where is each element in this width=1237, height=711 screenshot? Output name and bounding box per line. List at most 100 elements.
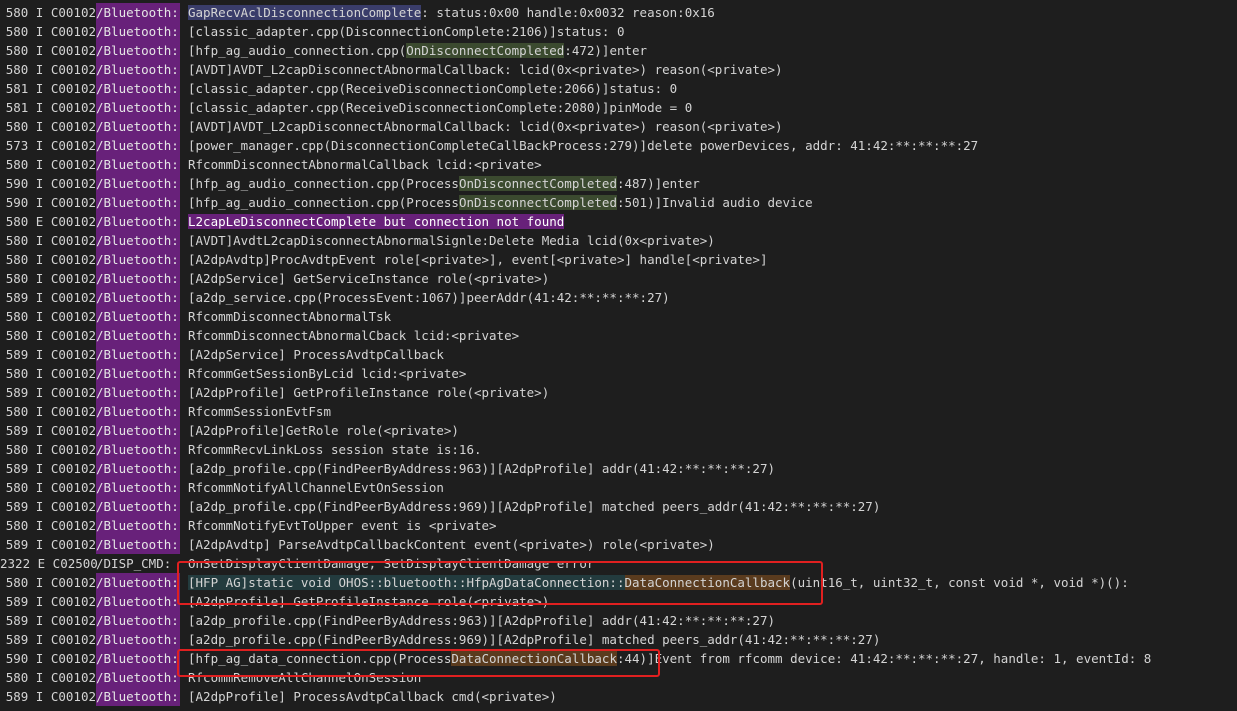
log-line-message: [A2dpProfile] ProcessAvdtpCallback cmd(<…	[188, 689, 557, 704]
message-text: [classic_adapter.cpp(ReceiveDisconnectio…	[188, 100, 693, 115]
message-text: [A2dpAvdtp]ProcAvdtpEvent role[<private>…	[188, 252, 768, 267]
log-line-tag: /Bluetooth:	[96, 250, 180, 269]
log-line-prefix: 589 I C00102	[5, 385, 96, 400]
log-line-prefix: 580 I C00102	[5, 24, 96, 39]
log-line-prefix: 573 I C00102	[5, 138, 96, 153]
log-line-prefix: 2322 E C02500	[0, 556, 98, 571]
log-line: 573 I C00102/Bluetooth: [power_manager.cp…	[0, 136, 978, 155]
log-line-message: [hfp_ag_audio_connection.cpp(OnDisconnec…	[188, 43, 647, 58]
log-line-message: [A2dpService] ProcessAvdtpCallback	[188, 347, 444, 362]
log-line-tag: /Bluetooth:	[96, 364, 180, 383]
message-text: RfcommRecvLinkLoss session state is:16.	[188, 442, 482, 457]
log-line: 581 I C00102/Bluetooth: [classic_adapter.…	[0, 79, 677, 98]
log-line-message: [classic_adapter.cpp(ReceiveDisconnectio…	[188, 100, 692, 115]
log-line-prefix: 580 I C00102	[5, 62, 96, 77]
log-line-tag: /Bluetooth:	[96, 535, 180, 554]
log-line: 589 I C00102/Bluetooth: [A2dpProfile] Get…	[0, 592, 549, 611]
log-line-prefix: 589 I C00102	[5, 537, 96, 552]
log-line-prefix: 589 I C00102	[5, 290, 96, 305]
log-line-message: RfcommDisconnectAbnormalCallback lcid:<p…	[188, 157, 542, 172]
log-line-message: [A2dpService] GetServiceInstance role(<p…	[188, 271, 549, 286]
log-line-tag: /Bluetooth:	[96, 687, 180, 706]
log-line-prefix: 589 I C00102	[5, 461, 96, 476]
log-line-message: [a2dp_profile.cpp(FindPeerByAddress:969)…	[188, 499, 880, 514]
highlighted-text: OnDisconnectCompleted	[458, 176, 617, 191]
log-line: 580 I C00102/Bluetooth: [AVDT]AvdtL2capDi…	[0, 231, 715, 250]
log-line-tag: /Bluetooth:	[96, 649, 180, 668]
message-text: [classic_adapter.cpp(DisconnectionComple…	[188, 24, 625, 39]
log-line-prefix: 589 I C00102	[5, 632, 96, 647]
message-text: [A2dpService] ProcessAvdtpCallback	[188, 347, 444, 362]
message-text: [hfp_ag_audio_connection.cpp(	[188, 43, 407, 58]
message-text: RfcommNotifyAllChannelEvtOnSession	[188, 480, 444, 495]
highlighted-text: DataConnectionCallback	[624, 575, 791, 590]
log-line-tag: /Bluetooth:	[96, 402, 180, 421]
message-text: [A2dpProfile] GetProfileInstance role(<p…	[188, 594, 550, 609]
log-line: 590 I C00102/Bluetooth: [hfp_ag_audio_con…	[0, 174, 700, 193]
log-line-message: [hfp_ag_audio_connection.cpp(ProcessOnDi…	[188, 195, 813, 210]
log-line-tag: /Bluetooth:	[96, 3, 180, 22]
log-line: 589 I C00102/Bluetooth: [A2dpAvdtp] Parse…	[0, 535, 715, 554]
log-line-tag: /Bluetooth:	[96, 60, 180, 79]
log-line: 580 I C00102/Bluetooth: RfcommNotifyAllCh…	[0, 478, 444, 497]
log-line-message: [hfp_ag_audio_connection.cpp(ProcessOnDi…	[188, 176, 700, 191]
log-viewer: 580 I C00102/Bluetooth: GapRecvAclDisconn…	[0, 0, 1237, 711]
log-line: 580 I C00102/Bluetooth: RfcommNotifyEvtTo…	[0, 516, 497, 535]
message-text: [hfp_ag_audio_connection.cpp(Process	[188, 195, 459, 210]
log-line: 580 I C00102/Bluetooth: [hfp_ag_audio_con…	[0, 41, 647, 60]
log-line-prefix: 580 I C00102	[5, 575, 96, 590]
log-line-message: [a2dp_profile.cpp(FindPeerByAddress:969)…	[188, 632, 880, 647]
log-line-tag: /Bluetooth:	[96, 193, 180, 212]
log-line: 589 I C00102/Bluetooth: [a2dp_profile.cpp…	[0, 611, 775, 630]
log-line-prefix: 580 I C00102	[5, 119, 96, 134]
log-line-prefix: 580 I C00102	[5, 233, 96, 248]
log-line: 589 I C00102/Bluetooth: [a2dp_profile.cpp…	[0, 630, 880, 649]
log-line-message: [a2dp_profile.cpp(FindPeerByAddress:963)…	[188, 461, 775, 476]
log-line-message: RfcommDisconnectAbnormalCback lcid:<priv…	[188, 328, 519, 343]
log-line-message: [AVDT]AVDT_L2capDisconnectAbnormalCallba…	[188, 62, 783, 77]
log-line-prefix: 589 I C00102	[5, 594, 96, 609]
log-line-tag: /Bluetooth:	[96, 573, 180, 592]
message-text: [A2dpProfile] GetProfileInstance role(<p…	[188, 385, 550, 400]
log-line-prefix: 580 I C00102	[5, 480, 96, 495]
log-line-prefix: 580 I C00102	[5, 309, 96, 324]
highlighted-text: OnDisconnectCompleted	[458, 195, 617, 210]
highlighted-text: L2capLeDisconnectComplete but connection…	[188, 214, 565, 229]
log-line-prefix: 589 I C00102	[5, 613, 96, 628]
log-line-tag: /Bluetooth:	[96, 592, 180, 611]
log-line: 589 I C00102/Bluetooth: [A2dpProfile] Get…	[0, 383, 549, 402]
log-line-tag: /Bluetooth:	[96, 307, 180, 326]
log-line-message: [power_manager.cpp(DisconnectionComplete…	[188, 138, 978, 153]
log-line: 589 I C00102/Bluetooth: [a2dp_service.cpp…	[0, 288, 670, 307]
log-line-prefix: 589 I C00102	[5, 423, 96, 438]
log-line-message: [AVDT]AvdtL2capDisconnectAbnormalSignle:…	[188, 233, 715, 248]
highlighted-text: GapRecvAclDisconnectionComplete	[188, 5, 422, 20]
message-text: [classic_adapter.cpp(ReceiveDisconnectio…	[188, 81, 678, 96]
log-line-tag: /Bluetooth:	[96, 668, 180, 687]
message-text: RfcommDisconnectAbnormalCallback lcid:<p…	[188, 157, 542, 172]
highlighted-text: DataConnectionCallback	[451, 651, 617, 666]
log-line-tag: /Bluetooth:	[96, 440, 180, 459]
log-line-prefix: 580 I C00102	[5, 518, 96, 533]
message-text: [A2dpProfile] ProcessAvdtpCallback cmd(<…	[188, 689, 557, 704]
log-line-tag: /DISP_CMD:	[96, 556, 172, 571]
log-line: 589 I C00102/Bluetooth: [a2dp_profile.cpp…	[0, 459, 775, 478]
log-line: 580 I C00102/Bluetooth: [classic_adapter.…	[0, 22, 625, 41]
log-line-tag: /Bluetooth:	[96, 117, 180, 136]
log-line-message: RfcommGetSessionByLcid lcid:<private>	[188, 366, 466, 381]
log-line-message: RfcommRecvLinkLoss session state is:16.	[188, 442, 482, 457]
log-line-message: [A2dpAvdtp]ProcAvdtpEvent role[<private>…	[188, 252, 767, 267]
log-line-prefix: 580 I C00102	[5, 366, 96, 381]
log-line: 580 I C00102/Bluetooth: [A2dpService] Get…	[0, 269, 549, 288]
log-line-tag: /Bluetooth:	[96, 22, 180, 41]
log-line-message: [a2dp_profile.cpp(FindPeerByAddress:963)…	[188, 613, 775, 628]
log-line-message: [A2dpProfile]GetRole role(<private>)	[188, 423, 459, 438]
message-text: [AVDT]AvdtL2capDisconnectAbnormalSignle:…	[188, 233, 715, 248]
log-line: 589 I C00102/Bluetooth: [A2dpService] Pro…	[0, 345, 444, 364]
message-text: [A2dpService] GetServiceInstance role(<p…	[188, 271, 550, 286]
message-text: :487)]enter	[616, 176, 700, 191]
log-line-prefix: 589 I C00102	[5, 499, 96, 514]
log-line-prefix: 590 I C00102	[5, 176, 96, 191]
log-line-message: RfcommDisconnectAbnormalTsk	[188, 309, 391, 324]
message-text: :472)]enter	[564, 43, 648, 58]
